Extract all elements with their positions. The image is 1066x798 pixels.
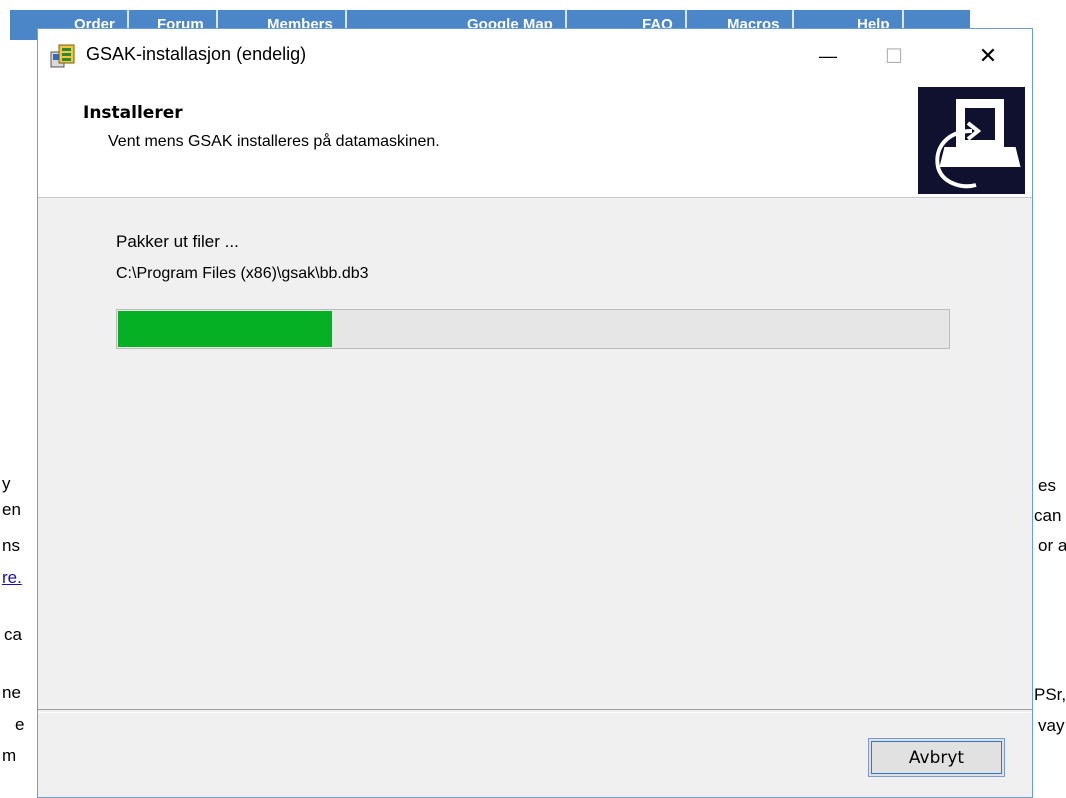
background-text-fragment: e bbox=[15, 715, 25, 734]
background-link-fragment[interactable]: re. bbox=[2, 568, 22, 588]
background-text-fragment: PSr, bbox=[1034, 685, 1066, 704]
window-title: GSAK-installasjon (endelig) bbox=[86, 44, 307, 64]
background-text-fragment: or a bbox=[1038, 536, 1066, 555]
installer-icon bbox=[50, 43, 76, 69]
background-text-fragment: y bbox=[2, 474, 11, 493]
title-bar[interactable]: GSAK-installasjon (endelig) — ☐ ✕ bbox=[38, 29, 1032, 83]
background-text-fragment: en bbox=[2, 500, 21, 519]
background-text-fragment: vay bbox=[1038, 716, 1065, 735]
wizard-content: Pakker ut filer ... C:\Program Files (x8… bbox=[38, 198, 1032, 708]
wizard-header: Installerer Vent mens GSAK installeres p… bbox=[38, 83, 1032, 198]
close-button[interactable]: ✕ bbox=[958, 29, 1018, 83]
progress-bar-fill bbox=[118, 311, 333, 347]
maximize-icon: ☐ bbox=[885, 45, 903, 68]
background-text-fragment: es bbox=[1038, 476, 1056, 495]
cancel-button-label: Avbryt bbox=[908, 747, 965, 768]
installer-window: GSAK-installasjon (endelig) — ☐ ✕ Instal… bbox=[37, 28, 1033, 798]
minimize-button[interactable]: — bbox=[798, 29, 858, 83]
header-title: Installerer bbox=[83, 103, 183, 123]
background-text-fragment: m bbox=[2, 746, 17, 765]
background-text-fragment: ca bbox=[4, 625, 22, 644]
cancel-button[interactable]: Avbryt bbox=[868, 738, 1005, 777]
minimize-icon: — bbox=[819, 45, 837, 66]
background-text-fragment: ns bbox=[2, 536, 20, 555]
progress-bar bbox=[116, 309, 950, 349]
status-text: Pakker ut filer ... bbox=[116, 232, 239, 251]
close-icon: ✕ bbox=[978, 43, 998, 68]
installer-computer-icon bbox=[918, 87, 1025, 194]
current-file-path: C:\Program Files (x86)\gsak\bb.db3 bbox=[116, 265, 369, 282]
background-text-fragment: ne bbox=[2, 683, 21, 702]
background-text-fragment: can bbox=[1034, 506, 1062, 525]
footer-divider bbox=[38, 709, 1032, 713]
header-subtitle: Vent mens GSAK installeres på datamaskin… bbox=[108, 133, 440, 150]
maximize-button[interactable]: ☐ bbox=[864, 29, 924, 83]
